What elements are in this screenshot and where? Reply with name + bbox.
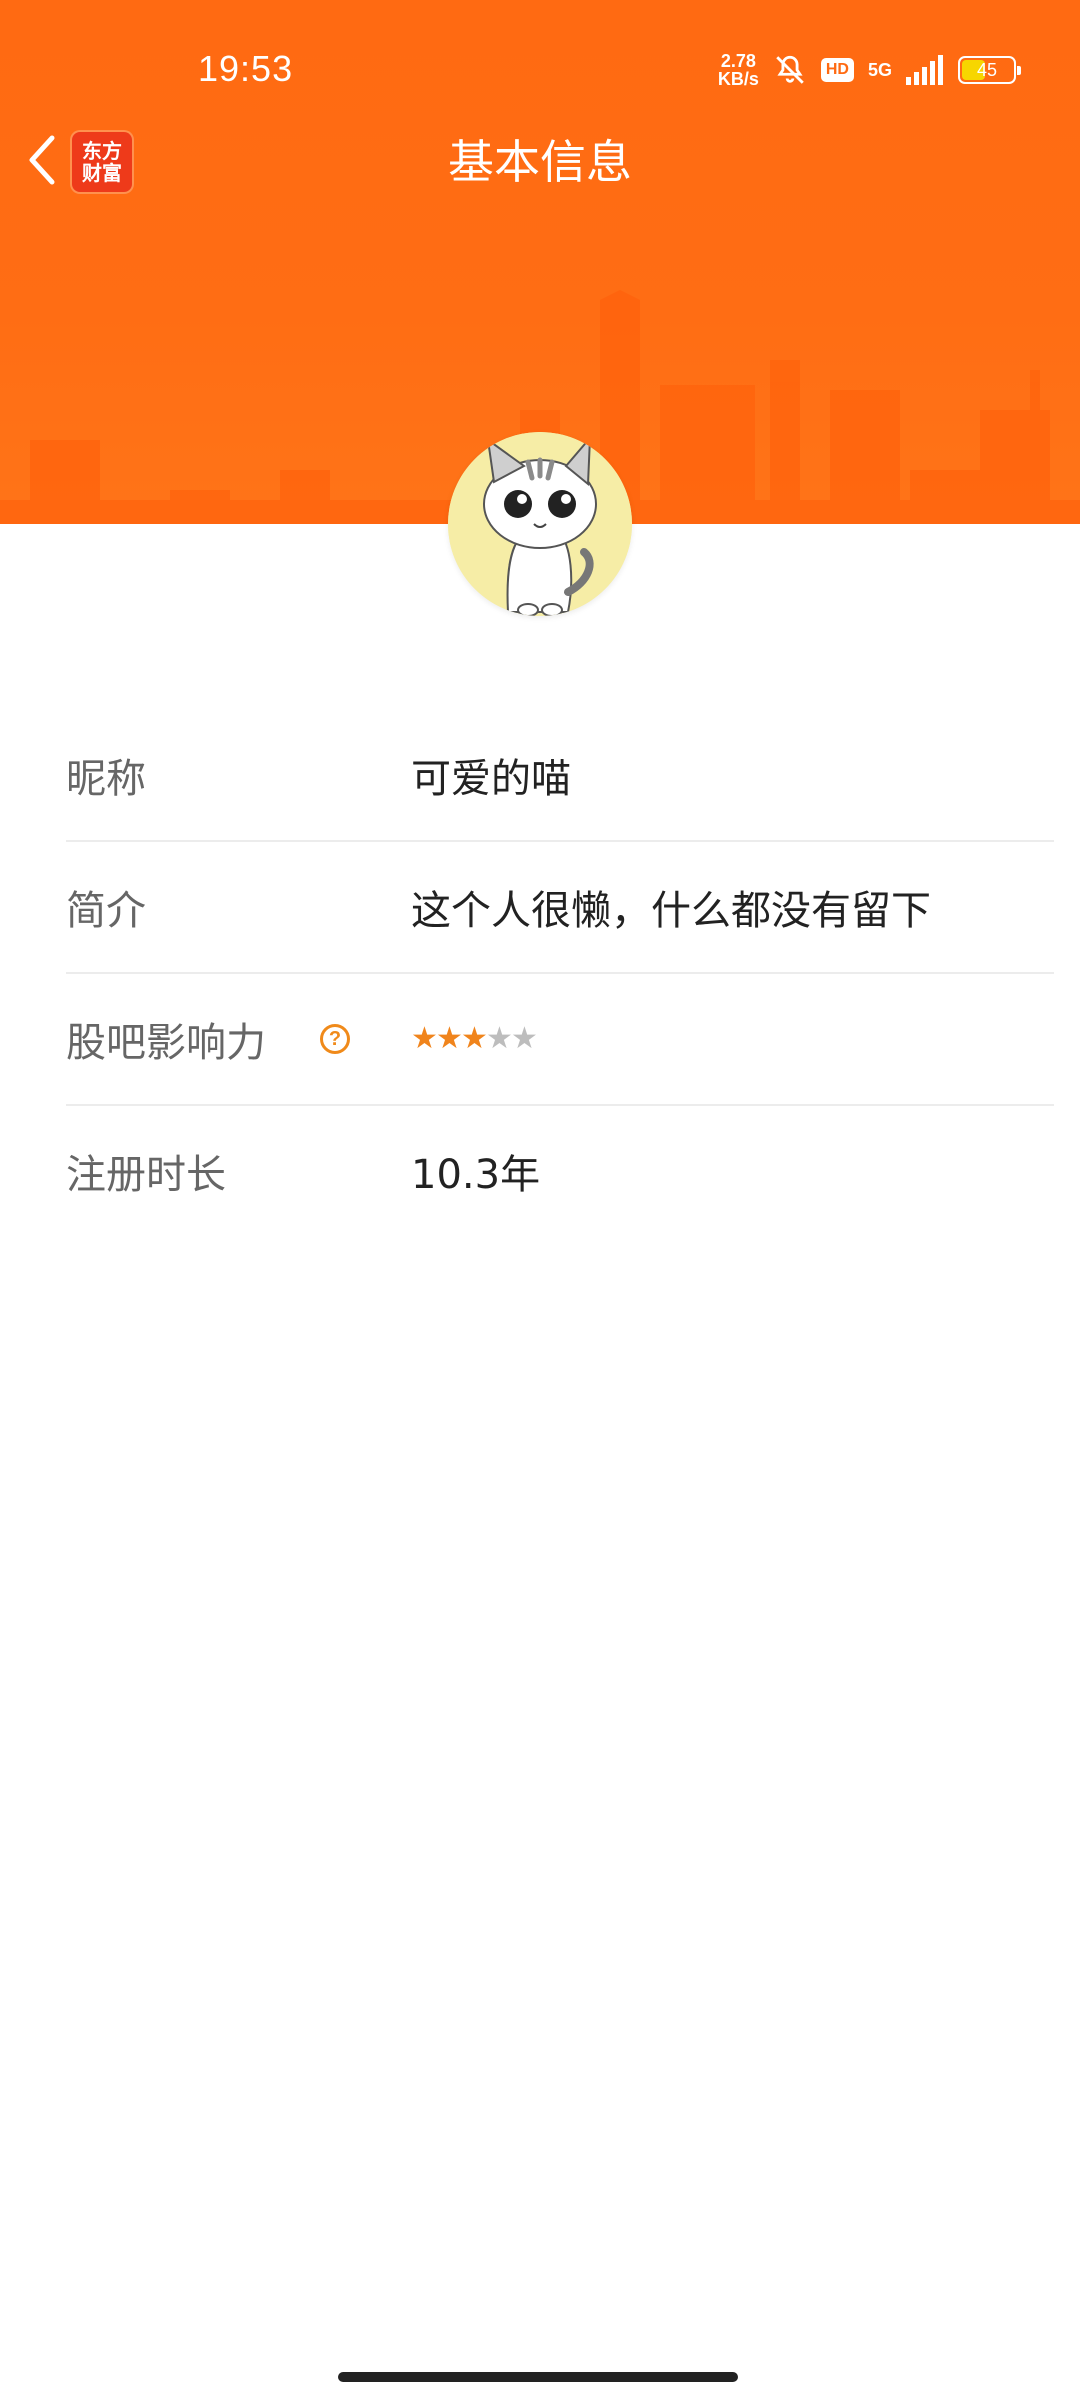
page-title: 基本信息 <box>448 135 632 189</box>
status-icons: 2.78 KB/s HD 5G 45 <box>718 50 1021 90</box>
star-icon: ★ <box>486 1021 513 1056</box>
avatar <box>448 432 632 616</box>
bio-label-text: 简介 <box>66 888 146 934</box>
star-icon: ★ <box>436 1021 463 1056</box>
registration-label: 注册时长 <box>66 1142 411 1200</box>
cellular-signal-icon <box>906 55 943 85</box>
influence-label: 股吧影响力 ? <box>66 1010 411 1068</box>
home-indicator[interactable] <box>338 2372 738 2382</box>
network-speed-unit: KB/s <box>717 69 759 89</box>
influence-star-rating: ★ ★ ★ ★ ★ <box>411 1021 538 1056</box>
network-speed: 2.78 KB/s <box>718 52 759 88</box>
question-circle-icon[interactable]: ? <box>320 1024 350 1054</box>
nickname-label: 昵称 <box>66 746 411 804</box>
bio-label: 简介 <box>66 878 411 936</box>
nickname-label-text: 昵称 <box>66 756 146 802</box>
nickname-value: 可爱的喵 <box>411 756 571 802</box>
star-icon: ★ <box>461 1021 488 1056</box>
profile-info-list: 昵称 可爱的喵 简介 这个人很懒，什么都没有留下 股吧影响力 ? ★ ★ ★ ★… <box>66 710 1054 1236</box>
bell-off-icon <box>776 55 804 84</box>
network-speed-value: 2.78 <box>720 51 756 71</box>
influence-label-text: 股吧影响力 <box>66 1020 266 1066</box>
info-row-bio: 简介 这个人很懒，什么都没有留下 <box>66 842 1054 974</box>
registration-value: 10.3年 <box>411 1152 541 1198</box>
network-type-label: 5G <box>867 59 892 80</box>
registration-label-text: 注册时长 <box>66 1152 226 1198</box>
battery-icon: 45 <box>958 56 1021 84</box>
info-row-influence: 股吧影响力 ? ★ ★ ★ ★ ★ <box>66 974 1054 1106</box>
profile-info-page: 19:53 2.78 KB/s HD 5G 45 东方 财富 基本信息 昵称 可… <box>0 0 1080 2400</box>
status-time: 19:53 <box>198 48 294 89</box>
star-icon: ★ <box>411 1021 438 1056</box>
bio-value: 这个人很懒，什么都没有留下 <box>411 888 931 934</box>
star-icon: ★ <box>511 1021 538 1056</box>
hd-badge: HD <box>820 58 854 82</box>
battery-level-text: 45 <box>976 59 998 80</box>
cat-avatar-image <box>448 432 632 616</box>
info-row-registration: 注册时长 10.3年 <box>66 1106 1054 1236</box>
info-row-nickname: 昵称 可爱的喵 <box>66 710 1054 842</box>
